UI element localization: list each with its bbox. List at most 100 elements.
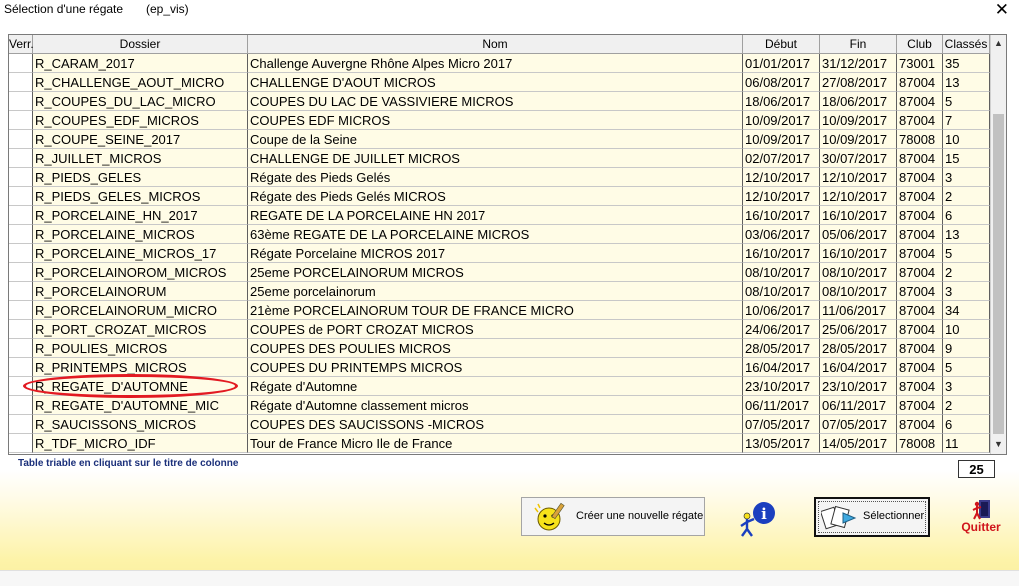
table-cell: 87004 bbox=[897, 111, 943, 130]
table-cell: R_PORCELAINORUM bbox=[33, 282, 248, 301]
table-cell: R_PORT_CROZAT_MICROS bbox=[33, 320, 248, 339]
scroll-thumb[interactable] bbox=[993, 114, 1004, 434]
table-cell: 35 bbox=[943, 54, 990, 73]
table-cell: 15 bbox=[943, 149, 990, 168]
table-row[interactable]: R_CHALLENGE_AOUT_MICRO CHALLENGE D'AOUT M… bbox=[9, 73, 990, 92]
table-cell: COUPES DES POULIES MICROS bbox=[248, 339, 743, 358]
column-header[interactable]: Nom bbox=[248, 35, 743, 53]
table-cell: 87004 bbox=[897, 415, 943, 434]
table-cell bbox=[9, 244, 33, 263]
table-row[interactable]: R_PORCELAINE_MICROS_17 Régate Porcelaine … bbox=[9, 244, 990, 263]
table-row[interactable]: R_PIEDS_GELES Régate des Pieds Gelés 12/10… bbox=[9, 168, 990, 187]
table-cell: 87004 bbox=[897, 206, 943, 225]
table-cell: R_COUPE_SEINE_2017 bbox=[33, 130, 248, 149]
table-cell: 13/05/2017 bbox=[743, 434, 820, 453]
table-cell: R_JUILLET_MICROS bbox=[33, 149, 248, 168]
quit-button[interactable]: Quitter bbox=[958, 499, 1008, 537]
table-cell bbox=[9, 434, 33, 453]
column-header[interactable]: Début bbox=[743, 35, 820, 53]
table-cell: 87004 bbox=[897, 301, 943, 320]
table-cell: 24/06/2017 bbox=[743, 320, 820, 339]
column-header[interactable]: Classés bbox=[943, 35, 990, 53]
exit-door-icon bbox=[972, 500, 990, 520]
table-cell: 5 bbox=[943, 92, 990, 111]
scroll-down-icon[interactable]: ▼ bbox=[991, 436, 1006, 453]
table-cell: 06/11/2017 bbox=[820, 396, 897, 415]
table-row[interactable]: R_PORCELAINE_HN_2017 REGATE DE LA PORCELA… bbox=[9, 206, 990, 225]
table-cell: 13 bbox=[943, 73, 990, 92]
create-regatta-button[interactable]: Créer une nouvelle régate bbox=[521, 497, 705, 536]
table-cell: R_COUPES_EDF_MICROS bbox=[33, 111, 248, 130]
table-cell: R_PORCELAINORUM_MICRO bbox=[33, 301, 248, 320]
table-row[interactable]: R_COUPES_DU_LAC_MICRO COUPES DU LAC DE VA… bbox=[9, 92, 990, 111]
table-cell: 87004 bbox=[897, 396, 943, 415]
column-header[interactable]: Fin bbox=[820, 35, 897, 53]
table-row[interactable]: R_REGATE_D'AUTOMNE Régate d'Automne 23/10/… bbox=[9, 377, 990, 396]
smiley-pencil-icon bbox=[534, 502, 565, 531]
table-row[interactable]: R_POULIES_MICROS COUPES DES POULIES MICRO… bbox=[9, 339, 990, 358]
table-cell: 16/04/2017 bbox=[743, 358, 820, 377]
table-row[interactable]: R_PORCELAINORUM_MICRO 21ème PORCELAINORUM… bbox=[9, 301, 990, 320]
table-cell: Coupe de la Seine bbox=[248, 130, 743, 149]
table-row[interactable]: R_JUILLET_MICROS CHALLENGE DE JUILLET MIC… bbox=[9, 149, 990, 168]
table-cell: COUPES DU PRINTEMPS MICROS bbox=[248, 358, 743, 377]
table-cell: 11 bbox=[943, 434, 990, 453]
table-cell: 10/09/2017 bbox=[820, 111, 897, 130]
close-icon[interactable]: ✕ bbox=[995, 0, 1009, 20]
table-cell bbox=[9, 377, 33, 396]
table-cell bbox=[9, 263, 33, 282]
table-cell: 27/08/2017 bbox=[820, 73, 897, 92]
table-row[interactable]: R_PORCELAINORUM 25eme porcelainorum 08/10/… bbox=[9, 282, 990, 301]
table-row[interactable]: R_PRINTEMPS_MICROS COUPES DU PRINTEMPS MI… bbox=[9, 358, 990, 377]
table-cell bbox=[9, 73, 33, 92]
table-cell: 25eme PORCELAINORUM MICROS bbox=[248, 263, 743, 282]
select-button[interactable]: Sélectionner bbox=[814, 497, 930, 537]
table-row[interactable]: R_PORT_CROZAT_MICROS COUPES de PORT CROZA… bbox=[9, 320, 990, 339]
table-cell: COUPES DES SAUCISSONS -MICROS bbox=[248, 415, 743, 434]
table-cell: COUPES EDF MICROS bbox=[248, 111, 743, 130]
table-cell: 05/06/2017 bbox=[820, 225, 897, 244]
create-regatta-label: Créer une nouvelle régate bbox=[576, 510, 704, 522]
table-cell: 30/07/2017 bbox=[820, 149, 897, 168]
regatta-table: Verr. Dossier Nom Début Fin Club Classés R_CAR… bbox=[8, 34, 1007, 455]
table-cell: 10 bbox=[943, 320, 990, 339]
table-cell bbox=[9, 149, 33, 168]
table-cell: R_TDF_MICRO_IDF bbox=[33, 434, 248, 453]
column-header[interactable]: Club bbox=[897, 35, 943, 53]
column-header[interactable]: Verr. bbox=[9, 35, 34, 53]
row-count: 25 bbox=[958, 460, 995, 478]
info-person-icon[interactable]: i bbox=[738, 500, 780, 538]
table-cell bbox=[9, 339, 33, 358]
column-header[interactable]: Dossier bbox=[33, 35, 248, 53]
table-cell: 10/09/2017 bbox=[820, 130, 897, 149]
table-cell: 7 bbox=[943, 111, 990, 130]
table-cell: 5 bbox=[943, 244, 990, 263]
table-row[interactable]: R_REGATE_D'AUTOMNE_MIC Régate d'Automne c… bbox=[9, 396, 990, 415]
table-cell: 23/10/2017 bbox=[743, 377, 820, 396]
vertical-scrollbar[interactable]: ▲ ▼ bbox=[990, 35, 1006, 454]
table-row[interactable]: R_PORCELAINE_MICROS 63ème REGATE DE LA PO… bbox=[9, 225, 990, 244]
table-cell: 12/10/2017 bbox=[743, 187, 820, 206]
table-row[interactable]: R_PORCELAINOROM_MICROS 25eme PORCELAINORU… bbox=[9, 263, 990, 282]
table-cell: R_REGATE_D'AUTOMNE_MIC bbox=[33, 396, 248, 415]
table-row[interactable]: R_SAUCISSONS_MICROS COUPES DES SAUCISSONS… bbox=[9, 415, 990, 434]
table-cell: R_PIEDS_GELES bbox=[33, 168, 248, 187]
table-row[interactable]: R_PIEDS_GELES_MICROS Régate des Pieds Gel… bbox=[9, 187, 990, 206]
table-cell: 18/06/2017 bbox=[820, 92, 897, 111]
table-cell: 08/10/2017 bbox=[743, 263, 820, 282]
table-row[interactable]: R_COUPES_EDF_MICROS COUPES EDF MICROS 10/0… bbox=[9, 111, 990, 130]
table-row[interactable]: R_CARAM_2017 Challenge Auvergne Rhône Alp… bbox=[9, 54, 990, 73]
table-cell: 16/10/2017 bbox=[820, 244, 897, 263]
table-row[interactable]: R_TDF_MICRO_IDF Tour de France Micro Ile … bbox=[9, 434, 990, 453]
scroll-up-icon[interactable]: ▲ bbox=[991, 35, 1006, 52]
table-cell bbox=[9, 168, 33, 187]
table-cell: 2 bbox=[943, 187, 990, 206]
table-body: R_CARAM_2017 Challenge Auvergne Rhône Alp… bbox=[9, 54, 990, 453]
table-cell: 3 bbox=[943, 282, 990, 301]
table-cell: 6 bbox=[943, 206, 990, 225]
table-cell bbox=[9, 206, 33, 225]
table-row[interactable]: R_COUPE_SEINE_2017 Coupe de la Seine 10/09… bbox=[9, 130, 990, 149]
table-cell: Tour de France Micro Ile de France bbox=[248, 434, 743, 453]
window-subtitle: (ep_vis) bbox=[146, 2, 189, 16]
table-cell: Régate des Pieds Gelés MICROS bbox=[248, 187, 743, 206]
